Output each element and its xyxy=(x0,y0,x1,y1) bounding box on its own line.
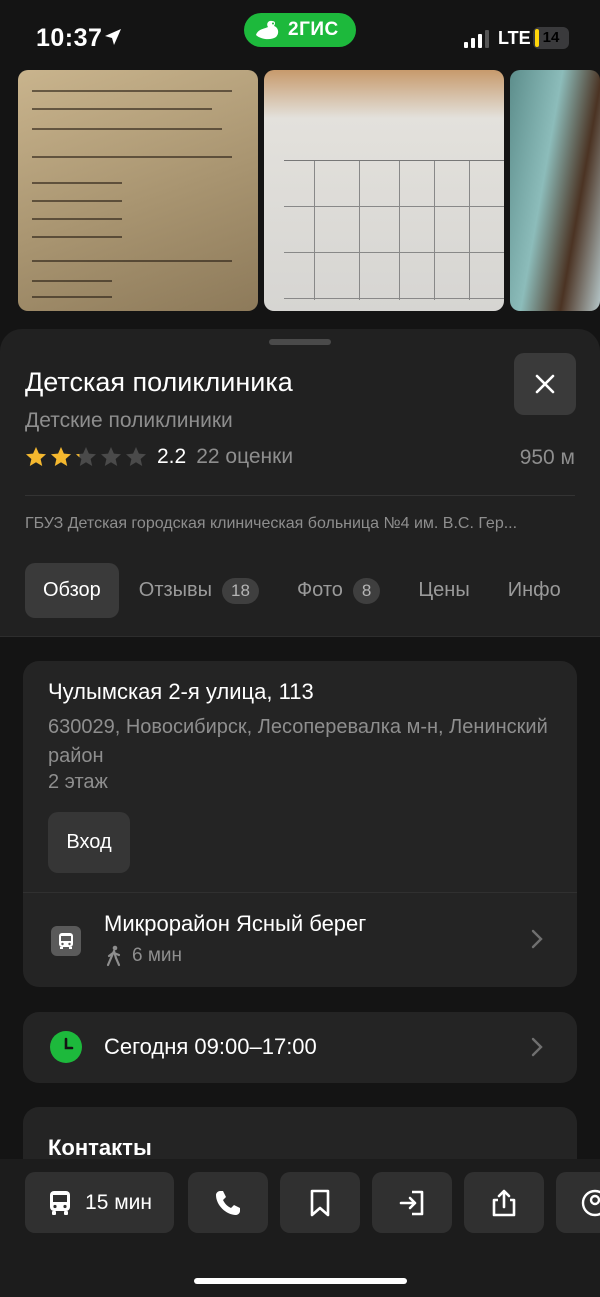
home-indicator[interactable] xyxy=(194,1278,407,1284)
photo-schedule[interactable] xyxy=(264,70,504,311)
tab-count-badge: 18 xyxy=(222,577,259,604)
bus-icon xyxy=(50,1190,71,1215)
photo-notice[interactable] xyxy=(18,70,258,311)
location-arrow-icon xyxy=(105,29,121,45)
phone-icon xyxy=(216,1190,240,1215)
sheet-drag-handle[interactable] xyxy=(269,339,331,345)
status-time: 10:37 xyxy=(36,24,103,52)
share-icon xyxy=(492,1189,516,1216)
entry-button[interactable]: Вход xyxy=(48,812,130,873)
photo-gallery[interactable] xyxy=(18,70,600,311)
rating-row[interactable]: 2.2 22 оценки xyxy=(25,445,293,469)
schedule-table xyxy=(284,160,504,300)
close-button[interactable] xyxy=(514,353,576,415)
address-details: 630029, Новосибирск, Лесоперевалка м-н, … xyxy=(48,716,548,767)
photo-corridor[interactable] xyxy=(510,70,600,311)
battery-level: 14 xyxy=(542,29,560,46)
tab-2[interactable]: Фото 8 xyxy=(279,563,398,618)
rating-stars xyxy=(25,446,147,468)
tab-label: Обзор xyxy=(43,579,101,601)
walk-time: 6 мин xyxy=(132,945,183,966)
tab-label: Отзывы xyxy=(138,579,213,601)
tab-3[interactable]: Цены xyxy=(400,563,487,618)
rating-score: 2.2 xyxy=(157,445,187,468)
star-icon xyxy=(26,447,46,466)
address-card: Чулымская 2-я улица, 113 630029, Новосиб… xyxy=(23,661,577,987)
address-floor: 2 этаж xyxy=(48,771,108,793)
bookmark-button[interactable] xyxy=(280,1172,360,1233)
signal-icon xyxy=(464,30,489,48)
place-sheet: Детская поликлиника Детские поликлиники … xyxy=(0,329,600,1227)
transit-row[interactable]: Микрорайон Ясный берег 6 мин xyxy=(23,893,577,987)
transit-stop-name: Микрорайон Ясный берег xyxy=(104,911,367,936)
clock-icon xyxy=(50,1031,82,1063)
bus-icon xyxy=(51,926,81,956)
tab-1[interactable]: Отзывы 18 xyxy=(121,563,277,618)
call-button[interactable] xyxy=(188,1172,268,1233)
tab-bar: Обзор Отзывы 18 Фото 8 Цены Инфо xyxy=(25,563,581,618)
tab-4[interactable]: Инфо xyxy=(490,563,579,618)
chevron-right-icon xyxy=(531,1037,543,1057)
status-bar: 10:37 2ГИС LTE 14 xyxy=(0,0,600,70)
address-street[interactable]: Чулымская 2-я улица, 113 xyxy=(48,679,314,705)
tab-0[interactable]: Обзор xyxy=(25,563,119,618)
organization-link[interactable]: ГБУЗ Детская городская клиническая больн… xyxy=(25,515,580,533)
divider xyxy=(25,495,575,496)
star-icon xyxy=(76,447,96,466)
tab-label: Инфо xyxy=(507,579,561,601)
hours-text: Сегодня 09:00–17:00 xyxy=(104,1034,317,1059)
network-type: LTE xyxy=(498,28,531,48)
contacts-title: Контакты xyxy=(48,1135,152,1160)
close-icon xyxy=(535,374,555,394)
overview-content: Чулымская 2-я улица, 113 630029, Новосиб… xyxy=(0,637,600,1227)
profile-button[interactable] xyxy=(556,1172,600,1233)
tab-label: Цены xyxy=(418,579,470,601)
bookmark-icon xyxy=(310,1189,330,1216)
place-title: Детская поликлиника xyxy=(25,367,293,397)
route-time: 15 мин xyxy=(85,1190,152,1214)
share-button[interactable] xyxy=(464,1172,544,1233)
distance: 950 м xyxy=(519,446,575,469)
enter-button[interactable] xyxy=(372,1172,452,1233)
battery-icon: 14 xyxy=(533,27,569,49)
rating-count: 22 оценки xyxy=(196,445,294,468)
bottom-action-bar: 15 мин xyxy=(0,1159,600,1297)
star-icon xyxy=(51,447,71,466)
walking-icon xyxy=(106,945,121,967)
profile-icon xyxy=(581,1189,600,1216)
tab-count-badge: 8 xyxy=(352,577,381,604)
route-button[interactable]: 15 мин xyxy=(25,1172,174,1233)
brand-badge[interactable]: 2ГИС xyxy=(244,13,356,47)
place-category: Детские поликлиники xyxy=(25,409,233,432)
enter-icon xyxy=(399,1190,424,1215)
hours-card[interactable]: Сегодня 09:00–17:00 xyxy=(23,1012,577,1083)
chevron-right-icon xyxy=(531,929,543,949)
goose-logo-icon xyxy=(256,20,279,40)
tab-label: Фото xyxy=(296,579,343,601)
brand-name: 2ГИС xyxy=(288,19,339,40)
transit-walk: 6 мин xyxy=(104,945,182,967)
star-icon xyxy=(101,447,121,466)
star-icon xyxy=(126,447,146,466)
